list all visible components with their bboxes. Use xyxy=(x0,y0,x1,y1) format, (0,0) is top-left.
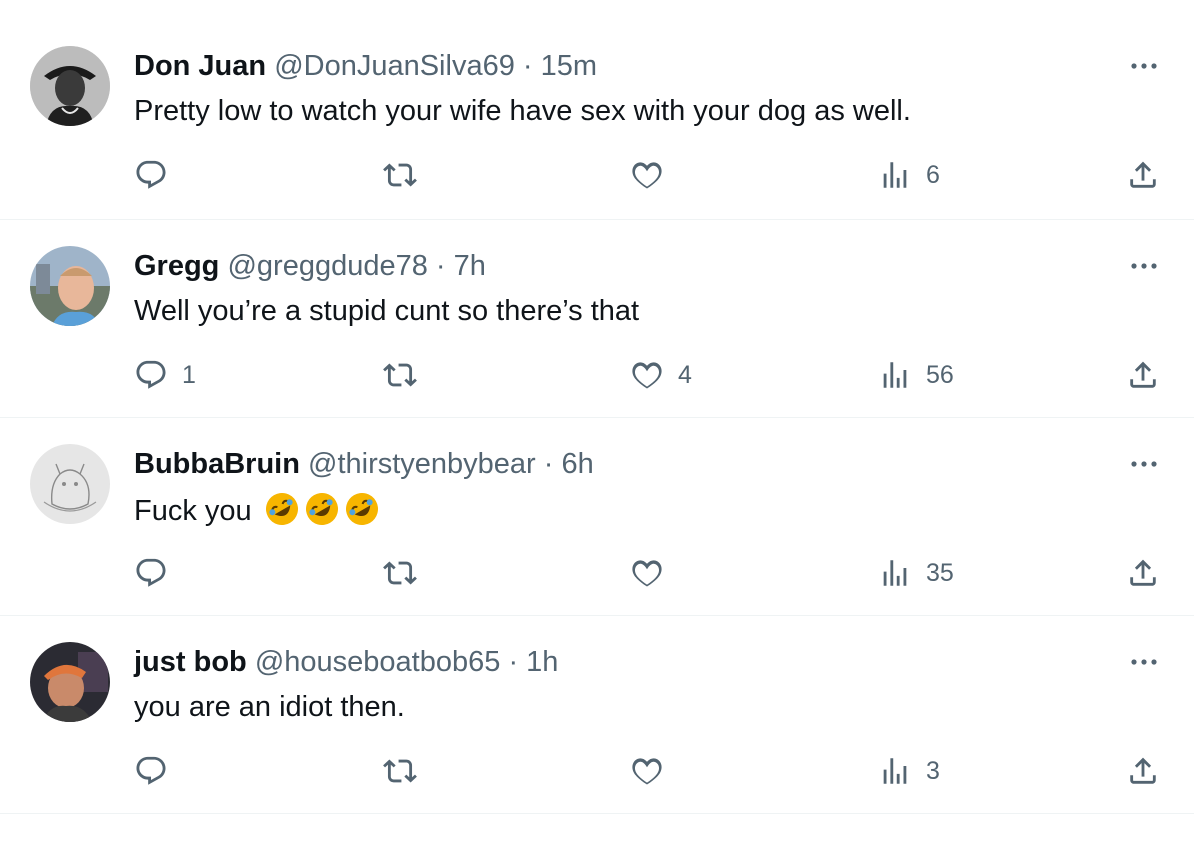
reply-button[interactable]: 1 xyxy=(134,355,196,395)
more-icon xyxy=(1131,659,1157,665)
like-count: 4 xyxy=(678,360,692,389)
timestamp[interactable]: 6h xyxy=(562,448,594,480)
user-handle[interactable]: @greggdude78 xyxy=(227,250,427,282)
retweet-icon xyxy=(383,163,417,187)
share-button[interactable] xyxy=(1126,751,1160,791)
reply-button[interactable] xyxy=(134,155,182,195)
more-icon xyxy=(1131,263,1157,269)
action-bar: 1 4 56 xyxy=(0,355,1194,395)
avatar[interactable] xyxy=(30,46,110,126)
retweet-icon xyxy=(383,363,417,387)
more-options-button[interactable] xyxy=(1128,454,1160,474)
more-options-button[interactable] xyxy=(1128,256,1160,276)
more-options-button[interactable] xyxy=(1128,56,1160,76)
tweet-text: Well you’re a stupid cunt so there’s tha… xyxy=(134,295,640,327)
heart-icon xyxy=(632,162,662,189)
retweet-button[interactable] xyxy=(383,155,431,195)
tweet-header: Don Juan @DonJuanSilva69 · 15m xyxy=(134,49,597,83)
user-handle[interactable]: @houseboatbob65 xyxy=(255,646,501,678)
display-name[interactable]: Gregg xyxy=(134,250,219,282)
reply-count: 1 xyxy=(182,360,196,389)
like-button[interactable] xyxy=(630,751,678,791)
share-button[interactable] xyxy=(1126,553,1160,593)
tweet-text: you are an idiot then. xyxy=(134,691,405,723)
view-count: 6 xyxy=(926,160,940,189)
timestamp[interactable]: 15m xyxy=(541,50,597,82)
share-button[interactable] xyxy=(1126,355,1160,395)
separator-dot: · xyxy=(522,50,533,82)
retweet-button[interactable] xyxy=(383,751,431,791)
retweet-icon xyxy=(383,561,417,585)
retweet-button[interactable] xyxy=(383,553,431,593)
action-bar: 35 xyxy=(0,553,1194,593)
avatar[interactable] xyxy=(30,642,110,722)
tweet[interactable]: Don Juan @DonJuanSilva69 · 15m Pretty lo… xyxy=(0,0,1194,220)
avatar[interactable] xyxy=(30,246,110,326)
reply-feed: Don Juan @DonJuanSilva69 · 15m Pretty lo… xyxy=(0,0,1194,814)
avatar-image xyxy=(30,46,110,126)
separator-dot: · xyxy=(543,448,554,480)
timestamp[interactable]: 1h xyxy=(526,646,558,678)
separator-dot: · xyxy=(508,646,519,678)
reply-icon xyxy=(136,756,166,785)
views-button[interactable]: 35 xyxy=(878,553,954,593)
heart-icon xyxy=(632,362,662,389)
tweet-header: BubbaBruin @thirstyenbybear · 6h xyxy=(134,447,594,481)
tweet-body: Fuck you xyxy=(134,491,380,529)
rolling-on-floor-laughing-emoji xyxy=(265,493,298,525)
view-count: 35 xyxy=(926,558,954,587)
reply-button[interactable] xyxy=(134,553,182,593)
views-icon xyxy=(883,362,907,388)
display-name[interactable]: just bob xyxy=(134,646,247,678)
tweet-header: just bob @houseboatbob65 · 1h xyxy=(134,645,558,679)
separator-dot: · xyxy=(435,250,446,282)
reply-button[interactable] xyxy=(134,751,182,791)
avatar[interactable] xyxy=(30,444,110,524)
views-button[interactable]: 3 xyxy=(878,751,940,791)
user-handle[interactable]: @DonJuanSilva69 xyxy=(274,50,515,82)
heart-icon xyxy=(632,758,662,785)
reply-icon xyxy=(136,160,166,189)
share-button[interactable] xyxy=(1126,155,1160,195)
view-count: 56 xyxy=(926,360,954,389)
tweet-header: Gregg @greggdude78 · 7h xyxy=(134,249,486,283)
action-bar: 3 xyxy=(0,751,1194,791)
avatar-image xyxy=(30,246,110,326)
views-button[interactable]: 6 xyxy=(878,155,940,195)
more-options-button[interactable] xyxy=(1128,652,1160,672)
rolling-on-floor-laughing-emoji xyxy=(345,493,378,525)
like-button[interactable]: 4 xyxy=(630,355,692,395)
display-name[interactable]: Don Juan xyxy=(134,50,266,82)
like-button[interactable] xyxy=(630,553,678,593)
retweet-button[interactable] xyxy=(383,355,431,395)
views-button[interactable]: 56 xyxy=(878,355,954,395)
share-icon xyxy=(1130,559,1156,586)
views-icon xyxy=(883,162,907,188)
display-name[interactable]: BubbaBruin xyxy=(134,448,300,480)
action-bar: 6 xyxy=(0,155,1194,195)
more-icon xyxy=(1131,461,1157,467)
retweet-icon xyxy=(383,759,417,783)
more-icon xyxy=(1131,63,1157,69)
tweet[interactable]: BubbaBruin @thirstyenbybear · 6h Fuck yo… xyxy=(0,418,1194,616)
user-handle[interactable]: @thirstyenbybear xyxy=(308,448,536,480)
avatar-image xyxy=(30,642,110,722)
reply-icon xyxy=(136,558,166,587)
share-icon xyxy=(1130,361,1156,388)
reply-icon xyxy=(136,360,166,389)
share-icon xyxy=(1130,757,1156,784)
tweet[interactable]: Gregg @greggdude78 · 7h Well you’re a st… xyxy=(0,220,1194,418)
tweet-text: Pretty low to watch your wife have sex w… xyxy=(134,95,911,127)
avatar-image xyxy=(30,444,110,524)
timestamp[interactable]: 7h xyxy=(454,250,486,282)
tweet[interactable]: just bob @houseboatbob65 · 1h you are an… xyxy=(0,616,1194,814)
rolling-on-floor-laughing-emoji xyxy=(305,493,338,525)
views-icon xyxy=(883,758,907,784)
view-count: 3 xyxy=(926,756,940,785)
like-button[interactable] xyxy=(630,155,678,195)
share-icon xyxy=(1130,161,1156,188)
views-icon xyxy=(883,560,907,586)
heart-icon xyxy=(632,560,662,587)
tweet-text: Fuck you xyxy=(134,495,252,527)
